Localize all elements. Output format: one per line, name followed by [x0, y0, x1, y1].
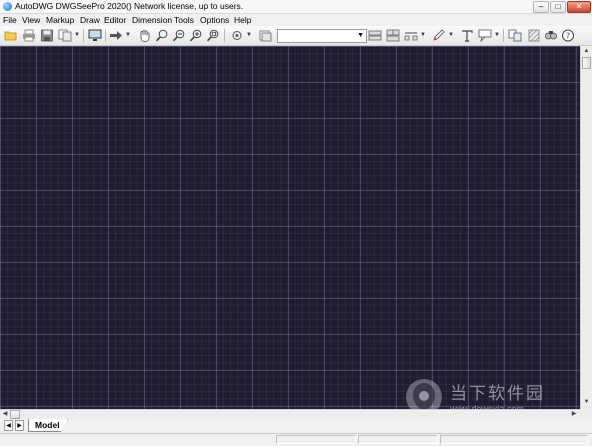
window-title: AutoDWG DWGSeePro 2020() Network license… — [15, 1, 244, 11]
zoom-realtime-icon[interactable] — [155, 29, 169, 42]
compare-icon[interactable] — [508, 29, 522, 42]
menu-view[interactable]: View — [22, 15, 40, 25]
menu-dimension[interactable]: Dimension — [132, 15, 172, 25]
toolbar-divider — [83, 29, 84, 42]
app-icon — [3, 2, 12, 11]
pen-dropdown-icon[interactable]: ▼ — [448, 29, 454, 42]
maximize-button[interactable]: □ — [550, 1, 566, 13]
menu-markup[interactable]: Markup — [46, 15, 74, 25]
tab-prev-icon[interactable]: ◀ — [4, 420, 13, 431]
zoom-in-icon[interactable] — [189, 29, 203, 42]
toolbar-divider — [503, 29, 504, 42]
tab-next-icon[interactable]: ▶ — [15, 420, 24, 431]
text-icon[interactable] — [460, 29, 474, 42]
scroll-left-icon[interactable]: ◀ — [1, 410, 9, 419]
menu-options[interactable]: Options — [200, 15, 229, 25]
scroll-right-icon[interactable]: ▶ — [570, 410, 578, 419]
scroll-up-icon[interactable]: ▲ — [582, 47, 591, 56]
menu-editor[interactable]: Editor — [104, 15, 126, 25]
zoom-out-icon[interactable] — [172, 29, 186, 42]
status-pane — [440, 435, 588, 444]
find-icon[interactable] — [544, 29, 558, 42]
monitor-icon[interactable] — [88, 29, 102, 42]
hatch-icon[interactable] — [527, 29, 541, 42]
menu-bar: File View Markup Draw Editor Dimension T… — [0, 14, 592, 26]
layout-3-icon[interactable] — [404, 29, 418, 42]
menu-help[interactable]: Help — [234, 15, 251, 25]
layout-2-icon[interactable] — [386, 29, 400, 42]
zoom-window-icon[interactable] — [206, 29, 220, 42]
menu-file[interactable]: File — [3, 15, 17, 25]
menu-draw[interactable]: Draw — [80, 15, 100, 25]
layer-dropdown[interactable]: ▼ — [277, 29, 367, 43]
save-icon[interactable] — [40, 29, 54, 42]
title-bar: AutoDWG DWGSeePro 2020() Network license… — [0, 0, 592, 14]
callout-dropdown-icon[interactable]: ▼ — [494, 29, 500, 42]
toolbar-divider — [224, 29, 225, 42]
callout-icon[interactable] — [478, 29, 492, 42]
horizontal-scroll-thumb[interactable] — [10, 410, 20, 419]
pan-hand-icon[interactable] — [138, 29, 152, 42]
chevron-down-icon: ▼ — [357, 32, 364, 39]
batch-convert-dropdown-icon[interactable]: ▼ — [74, 29, 80, 42]
layout-1-icon[interactable] — [368, 29, 382, 42]
vertical-scroll-thumb[interactable] — [582, 57, 591, 69]
layer-toggle-icon[interactable] — [258, 29, 272, 42]
print-icon[interactable] — [22, 29, 36, 42]
layout-dropdown-icon[interactable]: ▼ — [420, 29, 426, 42]
toolbar: ▼ ▼ ▼ ▼ ▼ ▼ ▼ ? — [0, 26, 592, 46]
scrollbar-corner — [580, 409, 592, 419]
layout-tab-bar: ◀ ▶ Model — [0, 419, 592, 433]
status-pane — [276, 435, 356, 444]
arrow-right-icon[interactable] — [109, 29, 123, 42]
vertical-scrollbar[interactable]: ▲ ▼ — [580, 46, 592, 409]
batch-convert-icon[interactable] — [58, 29, 72, 42]
minimize-button[interactable]: ‒ — [533, 1, 549, 13]
layer-manager-dropdown-icon[interactable]: ▼ — [246, 29, 252, 42]
svg-text:?: ? — [566, 32, 570, 41]
status-bar — [0, 433, 592, 446]
toolbar-divider — [105, 29, 106, 42]
watermark-name: 当下软件园 — [450, 384, 545, 403]
arrow-dropdown-icon[interactable]: ▼ — [125, 29, 131, 42]
menu-tools[interactable]: Tools — [174, 15, 194, 25]
drawing-canvas[interactable] — [0, 46, 580, 409]
open-folder-icon[interactable] — [4, 29, 18, 42]
status-pane — [358, 435, 438, 444]
tab-model[interactable]: Model — [28, 419, 68, 432]
layer-manager-icon[interactable] — [230, 29, 244, 42]
help-icon[interactable]: ? — [561, 29, 575, 42]
scroll-down-icon[interactable]: ▼ — [582, 398, 591, 407]
close-button[interactable]: ✕ — [567, 1, 591, 13]
pen-icon[interactable] — [432, 29, 446, 42]
